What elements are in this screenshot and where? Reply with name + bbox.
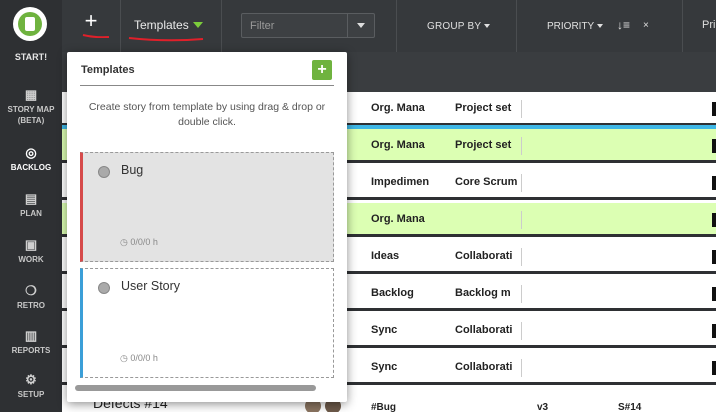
filter-combobox	[241, 13, 375, 38]
row-feature: Collaborati	[455, 324, 513, 336]
nav-label: BACKLOG	[10, 163, 52, 172]
row-epic: Org. Mana	[371, 102, 425, 114]
toolbar-divider	[682, 0, 683, 52]
row-feature: Project set	[455, 139, 512, 151]
row-epic: Ideas	[371, 250, 400, 262]
cell-divider	[521, 100, 522, 118]
nav-item-reports[interactable]: ▥ REPORTS	[0, 329, 62, 356]
template-estimate: ◷ 0/0/0 h	[120, 237, 158, 247]
row-epic: Org. Mana	[371, 213, 425, 225]
bar-chart-icon: ▥	[24, 328, 38, 343]
status-dot-icon	[98, 166, 110, 178]
map-icon: ▦	[24, 87, 38, 102]
row-feature: Project set	[455, 102, 512, 114]
row-epic: Sync	[371, 324, 398, 336]
row-marker	[712, 176, 716, 190]
cell-divider	[521, 174, 522, 192]
nav-label: SETUP	[17, 390, 45, 399]
top-toolbar: + Templates GROUP BY PRIORITY ↓≡ × Pri	[62, 0, 716, 52]
nav-label: WORK	[18, 255, 44, 264]
row-marker	[712, 287, 716, 301]
row-epic: Org. Mana	[371, 139, 425, 151]
nav-label: PLAN	[20, 209, 42, 218]
popup-description: Create story from template by using drag…	[88, 101, 326, 128]
popup-title: Templates	[81, 64, 135, 76]
row-epic: Sync	[371, 361, 398, 373]
row-epic: Impedimen	[371, 176, 430, 188]
nav-label: RETRO	[17, 301, 45, 310]
annotation-underline	[128, 37, 204, 42]
row-feature: Collaborati	[455, 250, 513, 262]
row-marker	[712, 139, 716, 153]
annotation-underline	[82, 34, 110, 38]
add-story-button[interactable]: +	[78, 8, 104, 34]
toolbar-divider	[221, 0, 222, 52]
nav-item-plan[interactable]: ▤ PLAN	[0, 192, 62, 219]
logo-icon	[13, 7, 47, 41]
templates-popup: Templates + Create story from template b…	[67, 52, 347, 402]
row-feature: Collaborati	[455, 361, 513, 373]
filter-input[interactable]	[242, 14, 348, 37]
group-by-label: GROUP BY	[427, 21, 482, 32]
templates-label: Templates	[134, 18, 189, 32]
popup-divider	[80, 85, 334, 86]
row-marker	[712, 361, 716, 375]
briefcase-icon: ▣	[24, 237, 38, 252]
filter-dropdown-button[interactable]	[347, 14, 374, 37]
left-nav: START! ▦ STORY MAP (BETA) ◎ BACKLOG ▤ PL…	[0, 0, 62, 412]
status-dot-icon	[98, 282, 110, 294]
nav-item-work[interactable]: ▣ WORK	[0, 238, 62, 265]
truncated-column-label: Pri	[702, 19, 716, 31]
row-marker	[712, 324, 716, 338]
template-name: Bug	[121, 163, 144, 177]
caret-down-icon	[597, 24, 604, 28]
triangle-down-icon	[192, 22, 203, 28]
cell-divider	[521, 322, 522, 340]
row-marker	[712, 102, 716, 116]
cell-divider	[521, 137, 522, 155]
clear-sort-icon[interactable]: ×	[643, 20, 649, 31]
cell-divider	[521, 211, 522, 229]
nav-item-backlog[interactable]: ◎ BACKLOG	[0, 146, 62, 173]
template-estimate: ◷ 0/0/0 h	[120, 353, 158, 363]
caret-down-icon	[484, 24, 491, 28]
story-tag: #Bug	[371, 402, 396, 412]
lightbulb-icon: ◎	[25, 145, 37, 160]
row-feature: Backlog m	[455, 287, 511, 299]
nav-item-setup[interactable]: ⚙ SETUP	[0, 373, 62, 400]
plan-icon: ▤	[24, 191, 38, 206]
chat-icon: ❍	[25, 283, 37, 298]
cell-divider	[521, 248, 522, 266]
nav-item-story-map[interactable]: ▦ STORY MAP (BETA)	[0, 88, 62, 126]
cell-divider	[521, 359, 522, 377]
priority-label: PRIORITY	[547, 21, 595, 32]
priority-dropdown[interactable]: PRIORITY	[547, 21, 604, 32]
add-template-button[interactable]: +	[312, 60, 332, 80]
template-name: User Story	[121, 279, 181, 293]
row-marker	[712, 213, 716, 227]
nav-item-retro[interactable]: ❍ RETRO	[0, 284, 62, 311]
toolbar-divider	[516, 0, 517, 52]
nav-sublabel: (BETA)	[17, 116, 45, 125]
template-card-bug[interactable]: Bug ◷ 0/0/0 h	[80, 152, 334, 262]
horizontal-scrollbar[interactable]	[75, 385, 316, 391]
start-label: START!	[14, 52, 48, 62]
gear-icon: ⚙	[25, 372, 37, 387]
templates-dropdown[interactable]: Templates	[134, 18, 203, 32]
cell-divider	[521, 285, 522, 303]
toolbar-divider	[120, 0, 121, 52]
row-feature: Core Scrum	[455, 176, 518, 188]
group-by-dropdown[interactable]: GROUP BY	[427, 21, 491, 32]
nav-label: STORY MAP	[7, 105, 55, 114]
row-marker	[712, 250, 716, 264]
toolbar-divider	[396, 0, 397, 52]
story-id: S#14	[618, 402, 642, 412]
template-card-user-story[interactable]: User Story ◷ 0/0/0 h	[80, 268, 334, 378]
row-epic: Backlog	[371, 287, 414, 299]
nav-label: REPORTS	[11, 346, 51, 355]
start-button[interactable]: START!	[0, 0, 62, 78]
sort-icon[interactable]: ↓≡	[617, 18, 630, 32]
story-version: v3	[537, 402, 549, 412]
